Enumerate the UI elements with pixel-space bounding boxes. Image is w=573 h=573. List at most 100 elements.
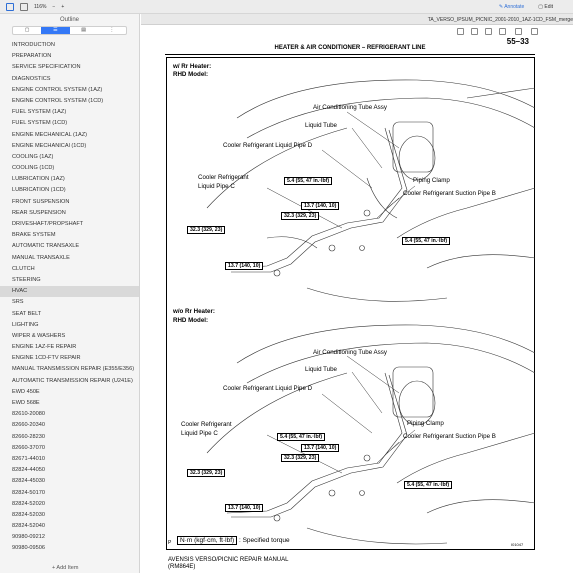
bottom-label-pipe-d: Cooler Refrigerant Liquid Pipe D bbox=[223, 385, 313, 392]
sidebar-toggle-icon[interactable] bbox=[6, 2, 14, 11]
top-label-suction-pipe-b: Cooler Refrigerant Suction Pipe B bbox=[403, 190, 496, 197]
outline-item[interactable]: FUEL SYSTEM (1AZ) bbox=[0, 107, 139, 118]
outline-item[interactable]: 90980-09212 bbox=[0, 532, 139, 543]
document-title-bar: TA_VERSO_IPSUM_PICNIC_2001-2010_1AZ-1CD_… bbox=[141, 14, 573, 25]
outline-item[interactable]: FUEL SYSTEM (1CD) bbox=[0, 118, 139, 129]
outline-item[interactable]: EWD 450E bbox=[0, 387, 139, 398]
outline-item[interactable]: ENGINE MECHANICAL (1AZ) bbox=[0, 130, 139, 141]
edit-button[interactable]: ▢ Edit bbox=[538, 4, 553, 10]
figure-frame: w/ Rr Heater: RHD Model: Air Conditionin… bbox=[166, 57, 536, 550]
outline-item[interactable]: ENGINE CONTROL SYSTEM (1CD) bbox=[0, 96, 139, 107]
top-torque-6: 13.7 (140, 10) bbox=[225, 262, 264, 270]
outline-item[interactable]: COOLING (1AZ) bbox=[0, 152, 139, 163]
outline-item[interactable]: 82671-44010 bbox=[0, 454, 139, 465]
outline-item[interactable]: ENGINE 1AZ-FE REPAIR bbox=[0, 342, 139, 353]
outline-item[interactable]: LUBRICATION (1AZ) bbox=[0, 174, 139, 185]
bottom-label-ac-tube: Air Conditioning Tube Assy bbox=[313, 349, 387, 356]
bottom-label-piping-clamp: Piping Clamp bbox=[407, 420, 444, 427]
outline-item[interactable]: 82660-28230 bbox=[0, 432, 139, 443]
bottom-torque-6: 13.7 (140, 10) bbox=[225, 504, 264, 512]
outline-item[interactable]: COOLING (1CD) bbox=[0, 163, 139, 174]
outline-item[interactable]: 82824-45030 bbox=[0, 476, 139, 487]
outline-item[interactable]: DRIVESHAFT/PROPSHAFT bbox=[0, 219, 139, 230]
outline-item[interactable]: LUBRICATION (1CD) bbox=[0, 185, 139, 196]
outline-item[interactable]: MANUAL TRANSAXLE bbox=[0, 253, 139, 264]
annotations-view-icon[interactable]: ⋮ bbox=[98, 27, 126, 34]
pdf-page: HEATER & AIR CONDITIONER – REFRIGERANT L… bbox=[141, 37, 573, 573]
bottom-torque-2: 13.7 (140, 10) bbox=[301, 444, 340, 452]
search-icon[interactable] bbox=[531, 28, 538, 35]
outline-item[interactable]: ENGINE MECHANICAl (1CD) bbox=[0, 141, 139, 152]
thumbnails-view-icon[interactable]: ▢ bbox=[13, 27, 41, 34]
zoom-in-button[interactable]: + bbox=[61, 4, 64, 10]
top-label-piping-clamp: Piping Clamp bbox=[413, 177, 450, 184]
highlighter-icon[interactable] bbox=[471, 28, 478, 35]
footer-line-2: (RM864E) bbox=[168, 564, 196, 570]
outline-item[interactable]: STEERING bbox=[0, 275, 139, 286]
annotate-button[interactable]: ✎ Annotate bbox=[499, 4, 524, 10]
bottom-label-pipe-c-line1: Cooler Refrigerant bbox=[181, 421, 232, 428]
outline-item[interactable]: EWD 568E bbox=[0, 398, 139, 409]
outline-item[interactable]: CLUTCH bbox=[0, 264, 139, 275]
view-mode-icon[interactable] bbox=[20, 2, 28, 11]
outline-item[interactable]: 82824-52020 bbox=[0, 499, 139, 510]
legend-text: : Specified torque bbox=[238, 537, 290, 544]
outline-item[interactable]: 82824-50170 bbox=[0, 488, 139, 499]
outline-item[interactable]: WIPER & WASHERS bbox=[0, 331, 139, 342]
top-label-pipe-d: Cooler Refrigerant Liquid Pipe D bbox=[223, 142, 313, 149]
outline-view-icon[interactable]: ☰ bbox=[41, 27, 70, 34]
top-heading-rr-heater: w/ Rr Heater: bbox=[173, 63, 212, 70]
outline-item[interactable]: INTRODUCTION bbox=[0, 40, 139, 51]
page-footer: AVENSIS VERSO/PICNIC REPAIR MANUAL (RM86… bbox=[168, 557, 288, 571]
bottom-label-suction-pipe-b: Cooler Refrigerant Suction Pipe B bbox=[403, 433, 496, 440]
zoom-level[interactable]: 116% bbox=[34, 4, 46, 10]
outline-item[interactable]: 82824-52040 bbox=[0, 521, 139, 532]
car-illustration bbox=[206, 79, 536, 545]
outline-item[interactable]: 82660-20340 bbox=[0, 420, 139, 431]
edit-label: Edit bbox=[544, 3, 553, 10]
top-torque-2: 13.7 (140, 10) bbox=[301, 202, 340, 210]
torque-legend: N·m (kgf·cm, ft·lbf) : Specified torque bbox=[177, 536, 290, 545]
outline-item[interactable]: SEAT BELT bbox=[0, 309, 139, 320]
outline-item[interactable]: 82824-44050 bbox=[0, 465, 139, 476]
outline-item[interactable]: ENGINE 1CD-FTV REPAIR bbox=[0, 353, 139, 364]
share-icon[interactable] bbox=[515, 28, 522, 35]
bottom-torque-4: 32.3 (329, 23) bbox=[187, 469, 226, 477]
outline-item[interactable]: PREPARATION bbox=[0, 51, 139, 62]
outline-item[interactable]: 82660-37070 bbox=[0, 443, 139, 454]
outline-item[interactable]: BRAKE SYSTEM bbox=[0, 230, 139, 241]
top-torque-5: 5.4 (55, 47 in.·lbf) bbox=[402, 237, 451, 245]
shapes-icon[interactable] bbox=[499, 28, 506, 35]
top-torque-3: 32.3 (329, 23) bbox=[281, 212, 320, 220]
outline-item[interactable]: 82824-52030 bbox=[0, 510, 139, 521]
document-title: TA_VERSO_IPSUM_PICNIC_2001-2010_1AZ-1CD_… bbox=[427, 17, 573, 23]
legend-unit-box: N·m (kgf·cm, ft·lbf) bbox=[177, 536, 238, 545]
page-number: 55–33 bbox=[506, 37, 529, 46]
outline-item[interactable]: 90980-09506 bbox=[0, 543, 139, 554]
outline-item[interactable]: 82610-20080 bbox=[0, 409, 139, 420]
outline-item[interactable]: AUTOMATIC TRANSMISSION REPAIR (U241E) bbox=[0, 376, 139, 387]
sidebar-view-segmented-control: ▢ ☰ ▤ ⋮ bbox=[12, 26, 127, 35]
bottom-torque-5: 5.4 (55, 47 in.·lbf) bbox=[404, 481, 453, 489]
outline-item[interactable]: LIGHTING bbox=[0, 320, 139, 331]
text-tool-icon[interactable] bbox=[485, 28, 492, 35]
outline-item[interactable]: SERVICE SPECIFICATION bbox=[0, 62, 139, 73]
outline-sidebar: Outline ▢ ☰ ▤ ⋮ INTRODUCTION PREPARATION S… bbox=[0, 14, 140, 573]
outline-item[interactable]: FRONT SUSPENSION bbox=[0, 197, 139, 208]
add-item-button[interactable]: + Add Item bbox=[0, 563, 140, 573]
top-label-liquid-tube: Liquid Tube bbox=[305, 122, 337, 129]
pen-icon[interactable] bbox=[457, 28, 464, 35]
outline-item[interactable]: HVAC bbox=[0, 286, 139, 298]
app-toolbar: 116% − + ✎ Annotate ▢ Edit bbox=[0, 0, 573, 14]
outline-item[interactable]: DIAGNOSTICS bbox=[0, 74, 139, 85]
outline-item[interactable]: REAR SUSPENSION bbox=[0, 208, 139, 219]
outline-item[interactable]: MANUAL TRANSMISSION REPAIR (E355/E356) bbox=[0, 364, 139, 375]
bookmarks-view-icon[interactable]: ▤ bbox=[70, 27, 98, 34]
outline-item[interactable]: ENGINE CONTROL SYSTEM (1AZ) bbox=[0, 85, 139, 96]
bottom-heading-rhd: RHD Model: bbox=[173, 317, 209, 324]
top-label-ac-tube: Air Conditioning Tube Assy bbox=[313, 104, 387, 111]
outline-item[interactable]: SRS bbox=[0, 297, 139, 308]
outline-title: Outline bbox=[59, 17, 79, 23]
zoom-out-button[interactable]: − bbox=[52, 4, 55, 10]
outline-item[interactable]: AUTOMATIC TRANSAXLE bbox=[0, 241, 139, 252]
